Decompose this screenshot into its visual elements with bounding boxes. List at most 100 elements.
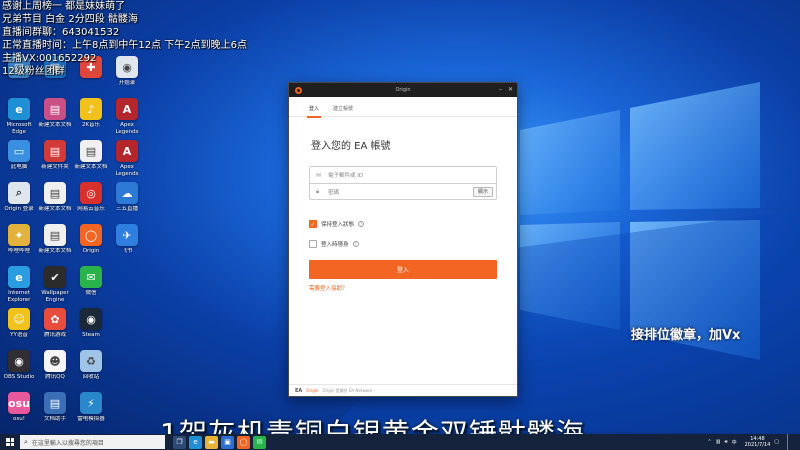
start-button[interactable]: [0, 434, 20, 450]
folder-icon: ▤: [44, 140, 66, 162]
remember-label: 保持登入狀態: [321, 222, 355, 228]
wallpaper-icon: ✔: [44, 266, 66, 288]
bird-icon: ✈: [116, 224, 138, 246]
emulator-icon: ⚡: [80, 392, 102, 414]
invisible-checkbox[interactable]: [309, 240, 317, 248]
input-method-icon[interactable]: 中: [732, 439, 737, 446]
taskbar-search-box[interactable]: ⌕ 在這里輸入以搜尋您的項目: [20, 435, 165, 449]
desktop-icon[interactable]: ☁ 三五直播: [109, 182, 145, 224]
document-icon: ▤: [80, 140, 102, 162]
search-placeholder: 在這里輸入以搜尋您的項目: [31, 439, 104, 447]
overlay-line: 直播间群聊：643041532: [2, 27, 120, 38]
desktop-icon[interactable]: ♪ 2K音乐: [73, 98, 109, 140]
store-icon[interactable]: ▣: [221, 435, 234, 449]
desktop-icon[interactable]: ▤ 新建文本文档: [37, 224, 73, 266]
desktop-icon-label: 新建文本文档: [38, 206, 72, 212]
desktop-icon-label: YY语音: [10, 332, 28, 338]
desktop-icon[interactable]: ◉ OBS Studio: [1, 350, 37, 392]
remember-me-row[interactable]: ✓ 保持登入狀態 ?: [309, 220, 517, 228]
desktop-icon[interactable]: ▤ 新建文本文档: [37, 182, 73, 224]
volume-icon[interactable]: 🔊︎: [724, 439, 727, 445]
netease-music-icon: ◎: [80, 182, 102, 204]
tab-login[interactable]: 登入: [306, 101, 322, 118]
origin-login-window[interactable]: Origin – ✕ 登入 建立帳號 登入您的 EA 帳號 ✉ 電子郵件或 ID…: [288, 82, 518, 397]
desktop-icon-label: osu!: [13, 416, 25, 422]
desktop-icon[interactable]: ◎ 网易云音乐: [73, 182, 109, 224]
document-icon: ▤: [44, 98, 66, 120]
network-icon[interactable]: ▥: [716, 439, 721, 445]
desktop-icon[interactable]: e Internet Explorer: [1, 266, 37, 308]
windows-start-icon: [6, 438, 14, 446]
invisible-label: 登入時隱身: [321, 242, 349, 248]
desktop-icon[interactable]: ▤ 文档助手: [37, 392, 73, 434]
desktop-icon[interactable]: e Microsoft Edge: [1, 98, 37, 140]
apex-icon: A: [116, 140, 138, 162]
help-question-icon[interactable]: ?: [352, 241, 359, 247]
folder-icon[interactable]: ▬: [205, 435, 218, 449]
game-icon: ✿: [44, 308, 66, 330]
lock-icon: 🔒︎: [316, 187, 320, 195]
blank-icon: [116, 266, 138, 288]
desktop-icon-label: 微信: [85, 290, 97, 296]
wechat-icon: ✉: [80, 266, 102, 288]
obs-icon: ◉: [8, 350, 30, 372]
desktop-icon[interactable]: ◯ Origin: [73, 224, 109, 266]
login-button[interactable]: 登入: [309, 260, 497, 279]
clock-date: 2021/7/14: [744, 442, 771, 448]
yy-icon: ☺: [8, 308, 30, 330]
desktop-icon[interactable]: ✿ 腾讯游戏: [37, 308, 73, 350]
desktop-icon[interactable]: ▤ 新建文件夹: [37, 140, 73, 182]
window-title: Origin: [395, 87, 411, 93]
login-help-link[interactable]: 需要登入協助？: [309, 284, 517, 292]
desktop-icon[interactable]: ▤ 新建文本文档: [37, 98, 73, 140]
window-titlebar[interactable]: Origin – ✕: [289, 83, 517, 97]
desktop-icon[interactable]: ✉ 微信: [73, 266, 109, 308]
email-field[interactable]: ✉ 電子郵件或 ID: [310, 167, 496, 183]
desktop-icon[interactable]: ◉ Steam: [73, 308, 109, 350]
desktop-icon[interactable]: ☻ 腾讯QQ: [37, 350, 73, 392]
desktop-icon-label: Wallpaper Engine: [41, 290, 69, 303]
help-question-icon[interactable]: ?: [358, 221, 365, 227]
chevron-up-icon[interactable]: ⌃: [708, 439, 712, 445]
window-footer: EA Origin Origin 是屬於 EA Network ›: [289, 384, 517, 396]
tab-create-account[interactable]: 建立帳號: [333, 101, 353, 117]
desktop-icon[interactable]: ♻ 回收站: [73, 350, 109, 392]
footer-text[interactable]: Origin 是屬於 EA Network ›: [322, 388, 375, 394]
mail-icon: ✉: [316, 171, 322, 179]
taskbar-clock[interactable]: 14:48 2021/7/14: [745, 436, 771, 448]
desktop-icon-label: 2K音乐: [81, 122, 101, 128]
origin-icon[interactable]: ◯: [237, 435, 250, 449]
desktop-icon[interactable]: ⌕ Origin 登录: [1, 182, 37, 224]
edge-icon[interactable]: e: [189, 435, 202, 449]
stream-overlay: 感谢上周榜一 都是妹妹萌了 兄弟节目 白金 2分四段 骷髅海 直播间群聊：643…: [2, 0, 247, 78]
show-desktop-button[interactable]: [787, 434, 790, 450]
desktop-icon[interactable]: ⚡ 雷电模拟器: [73, 392, 109, 434]
desktop-icon: [109, 308, 145, 350]
close-icon[interactable]: ✕: [508, 86, 513, 94]
task-view-icon[interactable]: ❐: [173, 435, 186, 449]
show-password-button[interactable]: 顯示: [472, 187, 493, 197]
desktop-icon[interactable]: A Apex Legends: [109, 98, 145, 140]
remember-checkbox[interactable]: ✓: [309, 220, 317, 228]
desktop-icon-label: 腾讯QQ: [45, 374, 65, 380]
overlay-line: 主播VX:001652292: [2, 53, 97, 64]
desktop-icon[interactable]: ☺ YY语音: [1, 308, 37, 350]
desktop-icon[interactable]: ▭ 此电脑: [1, 140, 37, 182]
game-icon: ✦: [8, 224, 30, 246]
desktop-icon[interactable]: ✔ Wallpaper Engine: [37, 266, 73, 308]
invisible-row[interactable]: 登入時隱身 ?: [309, 240, 517, 248]
notification-icon[interactable]: ▢: [774, 439, 779, 445]
desktop-icon[interactable]: A Apex Legends: [109, 140, 145, 182]
desktop-icon-label: 雷电模拟器: [77, 416, 105, 422]
desktop-icon[interactable]: ▤ 新建文本文档: [73, 140, 109, 182]
desktop-icon[interactable]: ✈ 飞书: [109, 224, 145, 266]
desktop-icon-label: 回收站: [82, 374, 100, 380]
overlay-line: 正常直播时间：上午8点到中午12点 下午2点到晚上6点: [2, 40, 247, 51]
desktop-icon[interactable]: ✦ 哔哩哔哩: [1, 224, 37, 266]
desktop-icon-label: 新建文本文档: [38, 248, 72, 254]
desktop-icon-label: 新建文本文档: [38, 122, 72, 128]
password-field[interactable]: 🔒︎ 密碼 顯示: [310, 183, 496, 199]
minimize-icon[interactable]: –: [499, 86, 502, 94]
chat-icon[interactable]: ✉: [253, 435, 266, 449]
desktop-icon[interactable]: osu osu!: [1, 392, 37, 434]
